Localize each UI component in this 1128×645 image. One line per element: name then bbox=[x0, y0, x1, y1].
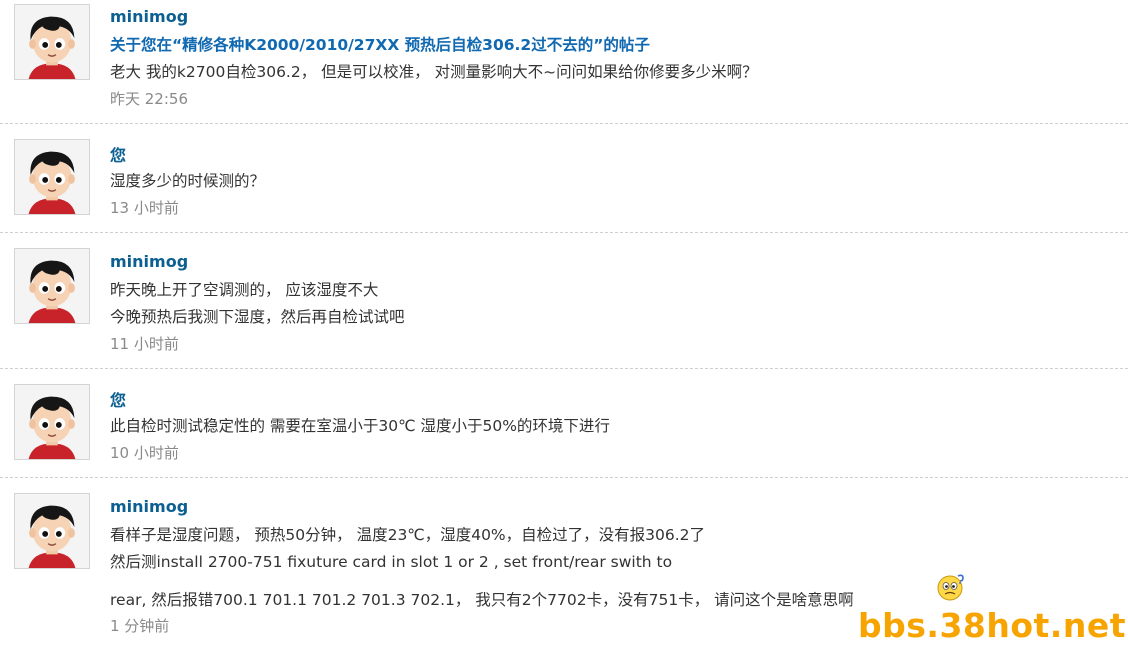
message-text: 此自检时测试稳定性的 需要在室温小于30℃ 湿度小于50%的环境下进行 bbox=[110, 417, 610, 435]
message-text: 今晚预热后我测下湿度，然后再自检试试吧 bbox=[110, 308, 405, 326]
message-text: 老大 我的k2700自检306.2， 但是可以校准， 对测量影响大不~问问如果给… bbox=[110, 63, 758, 81]
message-time: 11 小时前 bbox=[110, 335, 179, 353]
message-text: 然后测install 2700-751 fixuture card in slo… bbox=[110, 553, 673, 571]
avatar[interactable] bbox=[14, 4, 90, 80]
message-text: 昨天晚上开了空调测的， 应该湿度不大 bbox=[110, 281, 379, 299]
message-time: 10 小时前 bbox=[110, 444, 179, 462]
message-time: 昨天 22:56 bbox=[110, 90, 188, 108]
message-author[interactable]: minimog bbox=[110, 497, 188, 516]
message-author[interactable]: minimog bbox=[110, 252, 188, 271]
message-author[interactable]: 您 bbox=[110, 387, 126, 411]
message-divider bbox=[0, 477, 1128, 478]
message-author[interactable]: 您 bbox=[110, 142, 126, 166]
message-text: 看样子是湿度问题， 预热50分钟， 温度23℃，湿度40%，自检过了，没有报30… bbox=[110, 526, 706, 544]
message-divider bbox=[0, 123, 1128, 124]
site-watermark: bbs.38hot.net bbox=[858, 606, 1126, 645]
message-subject-link[interactable]: 关于您在“精修各种K2000/2010/27XX 预热后自检306.2过不去的”… bbox=[110, 33, 650, 55]
avatar[interactable] bbox=[14, 139, 90, 215]
message-divider bbox=[0, 232, 1128, 233]
message-text: 湿度多少的时候测的？ bbox=[110, 172, 266, 190]
message-divider bbox=[0, 368, 1128, 369]
message-author[interactable]: minimog bbox=[110, 7, 188, 26]
avatar[interactable] bbox=[14, 493, 90, 569]
avatar[interactable] bbox=[14, 248, 90, 324]
message-time: 1 分钟前 bbox=[110, 617, 170, 635]
message-time: 13 小时前 bbox=[110, 199, 179, 217]
message-text: rear, 然后报错700.1 701.1 701.2 701.3 702.1，… bbox=[110, 591, 854, 609]
avatar[interactable] bbox=[14, 384, 90, 460]
confused-face-icon bbox=[936, 572, 966, 602]
